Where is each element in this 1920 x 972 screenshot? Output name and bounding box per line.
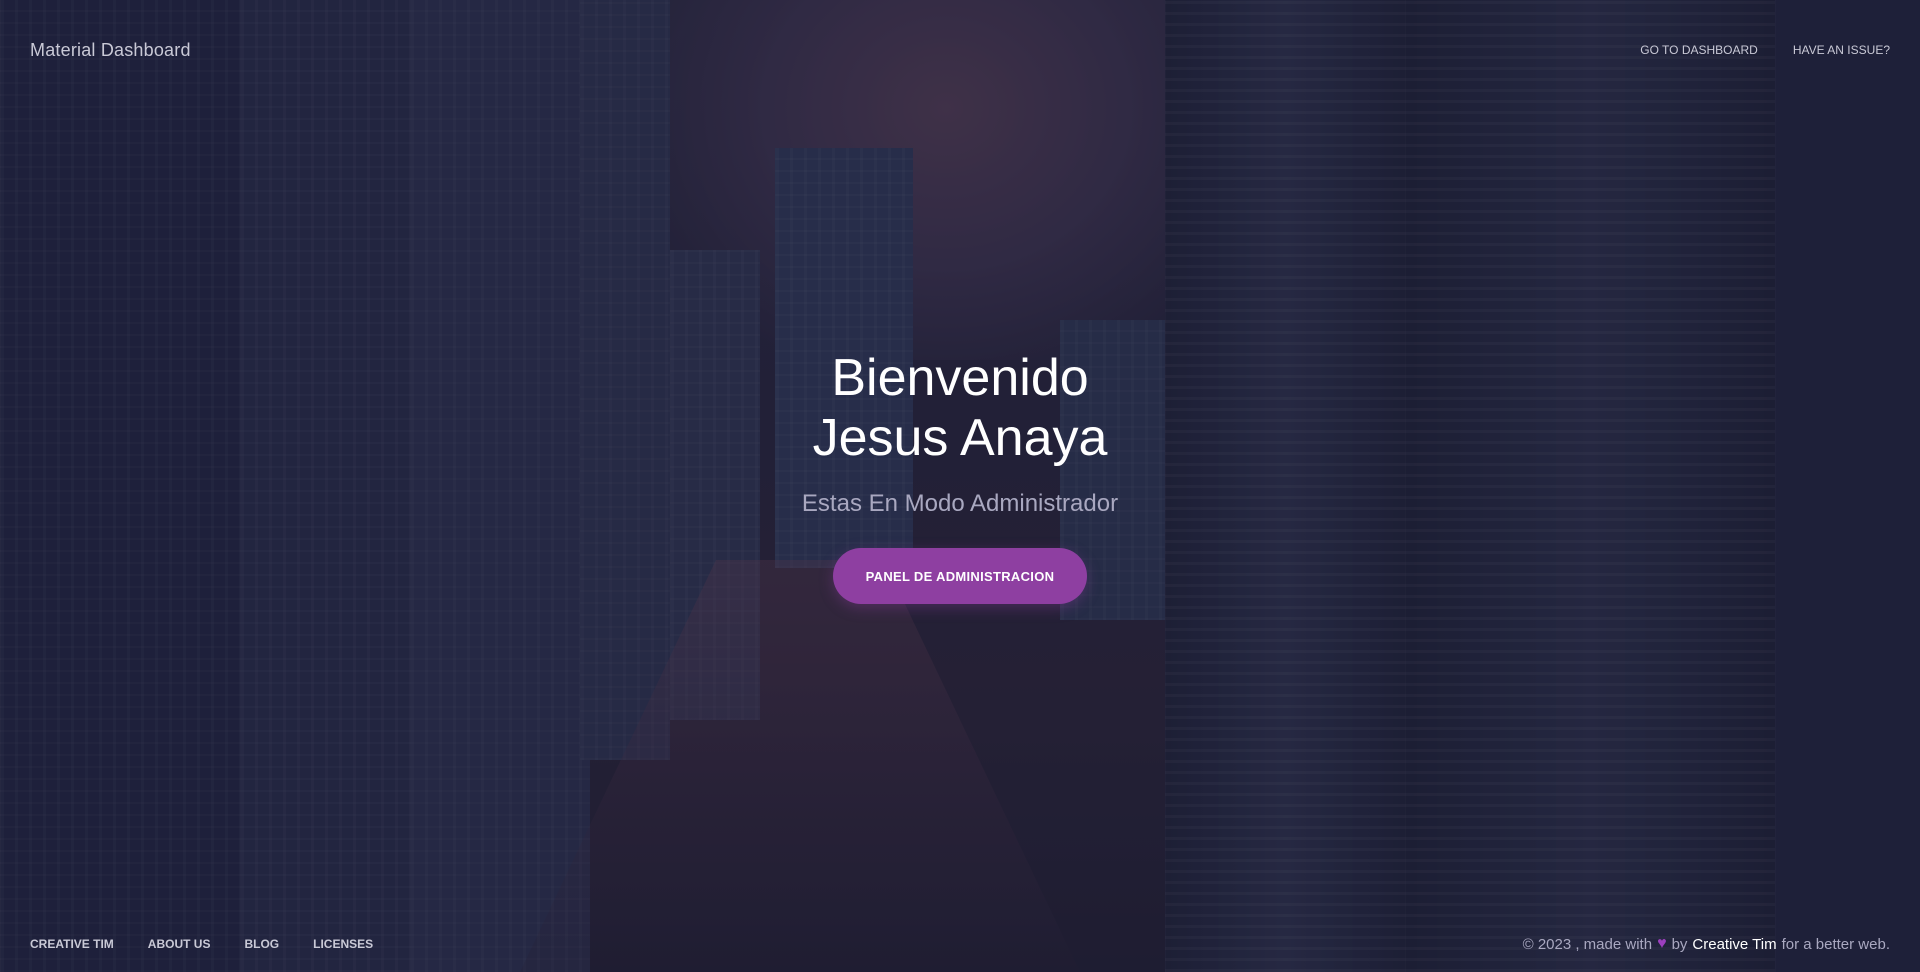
nav-links: GO TO DASHBOARD HAVE AN ISSUE? <box>1640 43 1890 57</box>
footer-link-blog[interactable]: BLOG <box>244 937 279 951</box>
footer-link-licenses[interactable]: LICENSES <box>313 937 373 951</box>
copyright: © 2023 , made with ♥ by Creative Tim for… <box>1523 936 1890 953</box>
footer-links: CREATIVE TIM ABOUT US BLOG LICENSES <box>30 937 373 951</box>
hero-subtitle: Estas En Modo Administrador <box>801 490 1119 517</box>
hero: Bienvenido Jesus Anaya Estas En Modo Adm… <box>0 348 1920 604</box>
footer-link-creative-tim[interactable]: CREATIVE TIM <box>30 937 114 951</box>
copyright-suffix: for a better web. <box>1781 935 1890 953</box>
hero-title: Bienvenido Jesus Anaya <box>813 348 1108 468</box>
top-navbar: Material Dashboard GO TO DASHBOARD HAVE … <box>0 0 1920 100</box>
go-to-dashboard-link[interactable]: GO TO DASHBOARD <box>1640 43 1758 57</box>
have-an-issue-link[interactable]: HAVE AN ISSUE? <box>1793 43 1890 57</box>
heart-icon: ♥ <box>1657 935 1667 952</box>
copyright-by: by <box>1671 935 1688 953</box>
copyright-prefix: © 2023 , made with <box>1522 935 1653 953</box>
footer-link-about-us[interactable]: ABOUT US <box>148 937 211 951</box>
hero-title-line1: Bienvenido <box>831 349 1089 407</box>
brand-link[interactable]: Material Dashboard <box>30 40 191 61</box>
admin-panel-button[interactable]: PANEL DE ADMINISTRACION <box>833 548 1087 604</box>
creative-tim-link[interactable]: Creative Tim <box>1692 936 1776 953</box>
hero-title-line2: Jesus Anaya <box>812 409 1108 467</box>
footer: CREATIVE TIM ABOUT US BLOG LICENSES © 20… <box>0 916 1920 972</box>
